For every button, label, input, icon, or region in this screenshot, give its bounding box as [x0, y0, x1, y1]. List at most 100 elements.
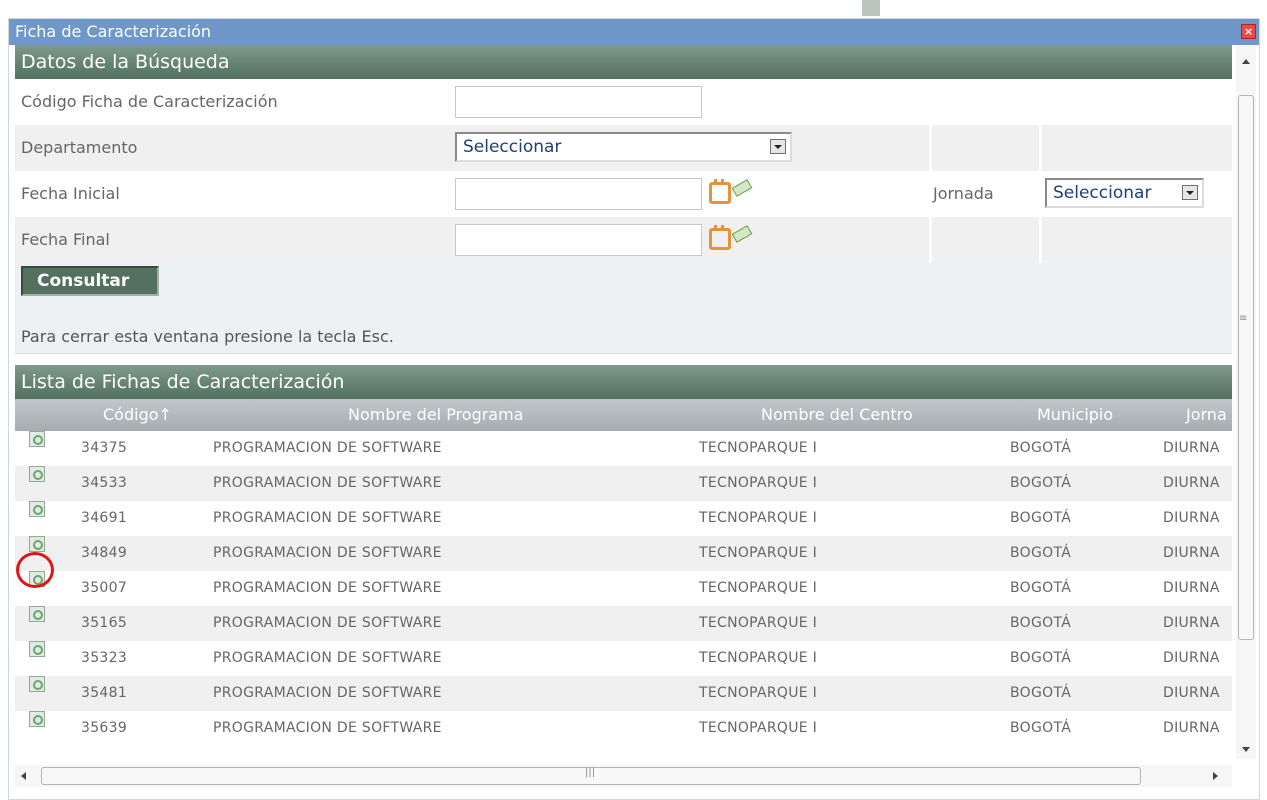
scroll-right-icon[interactable] [1213, 772, 1218, 780]
cell-municipio: BOGOTÁ [1010, 475, 1072, 491]
empty-cell [1039, 217, 1232, 263]
highlight-circle [16, 552, 54, 588]
cell-jornada: DIURNA [1163, 580, 1220, 596]
select-icon[interactable] [29, 676, 45, 692]
vertical-scrollbar[interactable]: ≡ [1236, 45, 1256, 759]
cell-jornada: DIURNA [1163, 650, 1220, 666]
divider [15, 353, 1232, 365]
table-row[interactable]: 35007 PROGRAMACION DE SOFTWARE TECNOPARQ… [15, 571, 1232, 606]
select-icon[interactable] [29, 606, 45, 622]
search-section-header: Datos de la Búsqueda [15, 45, 1232, 79]
cell-programa: PROGRAMACION DE SOFTWARE [213, 475, 442, 491]
jornada-select[interactable]: Seleccionar [1045, 178, 1204, 208]
dialog-content: Datos de la Búsqueda Código Ficha de Car… [15, 45, 1232, 759]
col-municipio[interactable]: Municipio [1037, 399, 1113, 431]
cell-centro: TECNOPARQUE I [699, 615, 818, 631]
calendar-icon[interactable] [709, 225, 731, 250]
scroll-down-icon[interactable] [1242, 747, 1250, 752]
eraser-icon[interactable] [731, 177, 753, 197]
select-icon[interactable] [29, 466, 45, 482]
calendar-icon[interactable] [709, 179, 731, 204]
vertical-scroll-thumb[interactable] [1238, 95, 1254, 640]
list-section-header: Lista de Fichas de Caracterización [15, 365, 1232, 399]
fecha-final-label: Fecha Final [21, 230, 110, 249]
jornada-selected: Seleccionar [1053, 183, 1152, 203]
cell-municipio: BOGOTÁ [1010, 720, 1072, 736]
select-icon[interactable] [29, 431, 45, 447]
fecha-inicial-row: Fecha Inicial Jornada Seleccionar [15, 171, 1232, 217]
cell-programa: PROGRAMACION DE SOFTWARE [213, 510, 442, 526]
cell-centro: TECNOPARQUE I [699, 510, 818, 526]
col-codigo[interactable]: Código↑ [103, 399, 172, 431]
chevron-down-icon[interactable] [770, 139, 786, 154]
col-jornada[interactable]: Jorna [1186, 399, 1227, 431]
cell-centro: TECNOPARQUE I [699, 685, 818, 701]
departamento-selected: Seleccionar [463, 137, 562, 157]
table-row[interactable]: 35639 PROGRAMACION DE SOFTWARE TECNOPARQ… [15, 711, 1232, 746]
cell-codigo: 35323 [81, 650, 128, 666]
horizontal-scrollbar[interactable]: ||| [15, 765, 1232, 787]
cell-municipio: BOGOTÁ [1010, 545, 1072, 561]
col-nombre-centro[interactable]: Nombre del Centro [761, 399, 913, 431]
cell-centro: TECNOPARQUE I [699, 545, 818, 561]
table-row[interactable]: 34849 PROGRAMACION DE SOFTWARE TECNOPARQ… [15, 536, 1232, 571]
empty-cell [929, 125, 1039, 171]
actions-area: Consultar Para cerrar esta ventana presi… [15, 263, 1232, 353]
col-nombre-programa[interactable]: Nombre del Programa [348, 399, 524, 431]
jornada-label: Jornada [933, 184, 994, 203]
scroll-up-icon[interactable] [1242, 59, 1250, 64]
cell-programa: PROGRAMACION DE SOFTWARE [213, 720, 442, 736]
table-row[interactable]: 35165 PROGRAMACION DE SOFTWARE TECNOPARQ… [15, 606, 1232, 641]
grip-icon: ||| [585, 767, 596, 778]
empty-cell [929, 217, 1039, 263]
cell-jornada: DIURNA [1163, 685, 1220, 701]
table-row[interactable]: 34375 PROGRAMACION DE SOFTWARE TECNOPARQ… [15, 431, 1232, 466]
fecha-inicial-input[interactable] [455, 178, 702, 210]
eraser-icon[interactable] [731, 223, 753, 243]
cell-codigo: 34849 [81, 545, 128, 561]
table-row[interactable]: 35323 PROGRAMACION DE SOFTWARE TECNOPARQ… [15, 641, 1232, 676]
cell-jornada: DIURNA [1163, 545, 1220, 561]
fecha-final-input[interactable] [455, 224, 702, 256]
grip-icon: ≡ [1239, 313, 1248, 324]
cell-centro: TECNOPARQUE I [699, 650, 818, 666]
departamento-row: Departamento Seleccionar [15, 125, 1232, 171]
consultar-button[interactable]: Consultar [21, 266, 159, 296]
cell-programa: PROGRAMACION DE SOFTWARE [213, 615, 442, 631]
empty-cell [1039, 125, 1232, 171]
table-row[interactable]: 34691 PROGRAMACION DE SOFTWARE TECNOPARQ… [15, 501, 1232, 536]
codigo-input[interactable] [455, 86, 702, 118]
cell-codigo: 35639 [81, 720, 128, 736]
cell-municipio: BOGOTÁ [1010, 510, 1072, 526]
codigo-row: Código Ficha de Caracterización [15, 79, 1232, 125]
select-icon[interactable] [29, 641, 45, 657]
close-icon[interactable]: × [1241, 24, 1256, 39]
cell-programa: PROGRAMACION DE SOFTWARE [213, 440, 442, 456]
title-bar[interactable]: Ficha de Caracterización × [9, 19, 1259, 45]
cell-municipio: BOGOTÁ [1010, 440, 1072, 456]
select-icon[interactable] [29, 711, 45, 727]
cell-codigo: 35165 [81, 615, 128, 631]
cell-municipio: BOGOTÁ [1010, 615, 1072, 631]
cell-jornada: DIURNA [1163, 510, 1220, 526]
departamento-select[interactable]: Seleccionar [455, 132, 792, 162]
cell-jornada: DIURNA [1163, 720, 1220, 736]
cell-municipio: BOGOTÁ [1010, 685, 1072, 701]
cell-codigo: 34533 [81, 475, 128, 491]
fecha-inicial-label: Fecha Inicial [21, 184, 120, 203]
departamento-label: Departamento [21, 138, 138, 157]
scroll-left-icon[interactable] [21, 772, 26, 780]
cell-programa: PROGRAMACION DE SOFTWARE [213, 580, 442, 596]
cell-centro: TECNOPARQUE I [699, 475, 818, 491]
cell-programa: PROGRAMACION DE SOFTWARE [213, 685, 442, 701]
table-row[interactable]: 34533 PROGRAMACION DE SOFTWARE TECNOPARQ… [15, 466, 1232, 501]
select-icon[interactable] [29, 536, 45, 552]
cell-codigo: 35481 [81, 685, 128, 701]
cell-centro: TECNOPARQUE I [699, 440, 818, 456]
cell-codigo: 34375 [81, 440, 128, 456]
window-title: Ficha de Caracterización [15, 22, 212, 41]
select-icon[interactable] [29, 501, 45, 517]
fecha-final-row: Fecha Final [15, 217, 1232, 263]
table-row[interactable]: 35481 PROGRAMACION DE SOFTWARE TECNOPARQ… [15, 676, 1232, 711]
chevron-down-icon[interactable] [1182, 185, 1198, 200]
